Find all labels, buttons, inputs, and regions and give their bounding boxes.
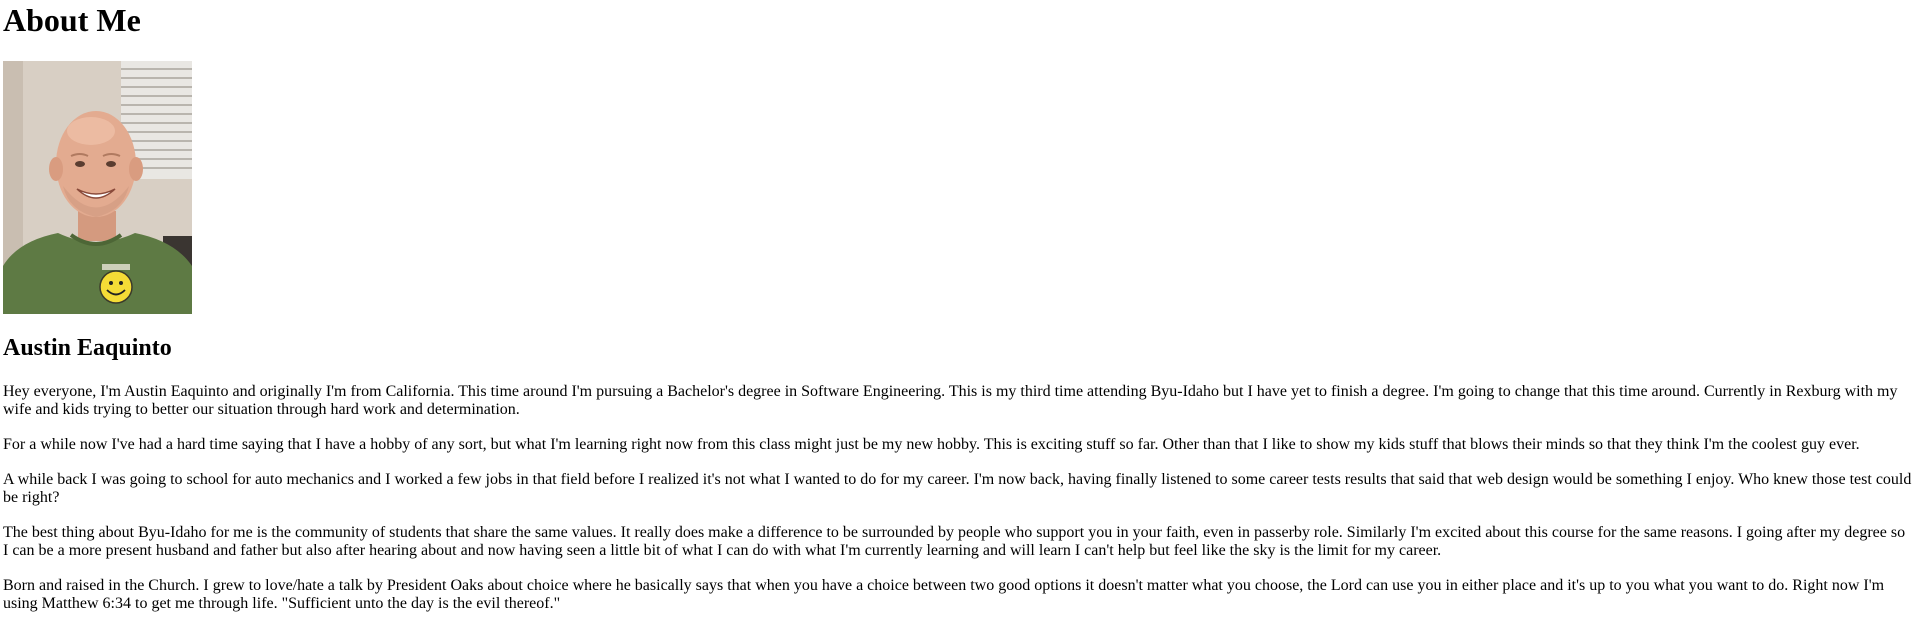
bio-paragraph: Hey everyone, I'm Austin Eaquinto and or… [3,383,1898,418]
bio-section: Hey everyone, I'm Austin Eaquinto and or… [3,383,1912,613]
page-title: About Me [3,2,141,38]
profile-photo-illustration [3,61,192,314]
profile-photo [3,61,192,314]
bio-paragraph: The best thing about Byu-Idaho for me is… [3,524,1906,559]
bio-paragraph: Born and raised in the Church. I grew to… [3,577,1885,612]
bio-paragraph: A while back I was going to school for a… [3,471,1912,506]
profile-name: Austin Eaquinto [3,335,172,361]
bio-paragraph: For a while now I've had a hard time say… [3,436,1860,453]
page-content: About Me Austin Eaquinto Hey everyone, I… [0,0,1915,613]
